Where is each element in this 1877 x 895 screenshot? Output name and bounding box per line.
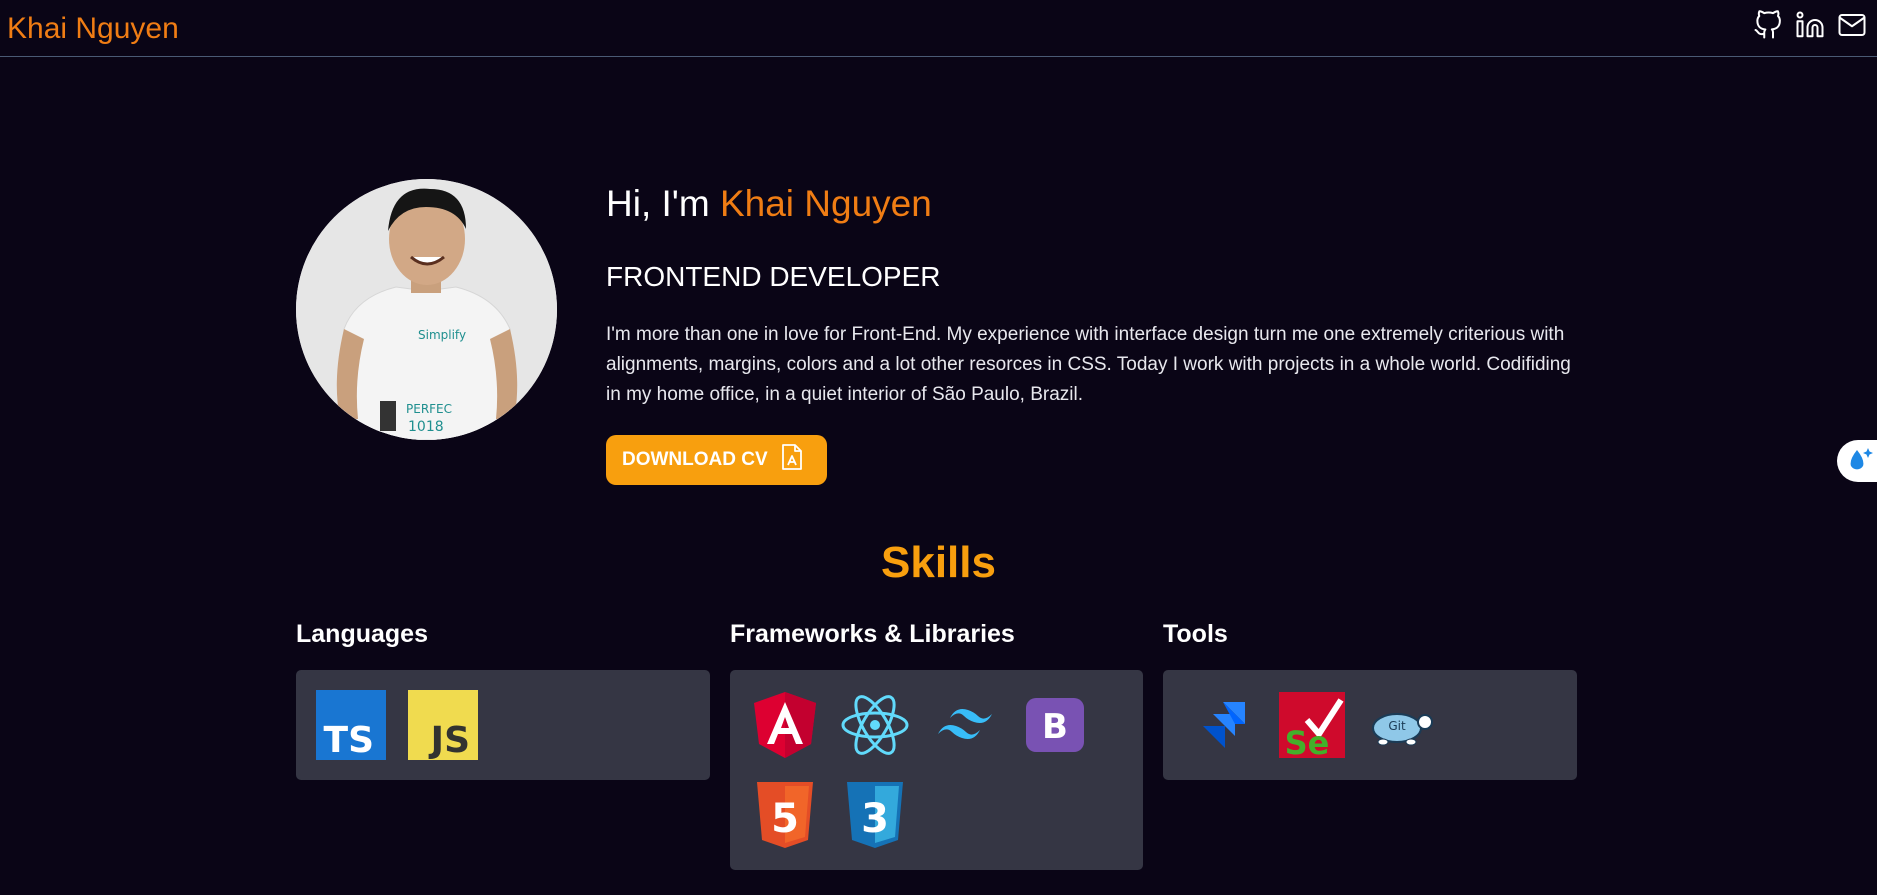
css3-label: 3 (861, 796, 889, 842)
selenium-icon: Se (1277, 690, 1347, 760)
languages-card: TS JS (296, 670, 710, 780)
job-title: FRONTEND DEVELOPER (606, 261, 941, 292)
selenium-label: Se (1285, 724, 1330, 760)
bootstrap-label: B (1042, 707, 1068, 747)
linkedin-icon[interactable] (1795, 10, 1825, 40)
tailwind-icon (930, 690, 1000, 760)
jira-icon (1187, 690, 1257, 760)
tools-card: Se Git (1163, 670, 1577, 780)
languages-heading: Languages (296, 620, 428, 648)
github-icon[interactable] (1753, 10, 1783, 40)
skills-heading: Skills (881, 538, 996, 587)
download-cv-label: DOWNLOAD CV (622, 449, 768, 470)
frameworks-heading: Frameworks & Libraries (730, 620, 1015, 648)
hero-name: Khai Nguyen (719, 183, 932, 224)
typescript-icon: TS (316, 690, 386, 760)
svg-text:Simplify: Simplify (418, 328, 466, 342)
tools-heading: Tools (1163, 620, 1228, 648)
top-nav: Khai Nguyen (0, 0, 1877, 57)
download-cv-button[interactable]: DOWNLOAD CV (606, 435, 827, 485)
typescript-label: TS (324, 720, 374, 760)
profile-photo: Simplify PERFEC 1018 (296, 179, 557, 440)
angular-icon (750, 690, 820, 760)
social-links (1753, 10, 1867, 40)
droplet-sparkle-icon (1845, 444, 1875, 479)
floating-assistant-tab[interactable] (1837, 440, 1877, 482)
greeting-text: Hi, I'm (606, 183, 710, 224)
javascript-icon: JS (408, 690, 478, 760)
document-icon (780, 444, 804, 476)
css3-icon: 3 (840, 780, 910, 850)
mail-icon[interactable] (1837, 10, 1867, 40)
html5-icon: 5 (750, 780, 820, 850)
svg-text:PERFEC: PERFEC (406, 402, 452, 416)
bootstrap-icon: B (1020, 690, 1090, 760)
tortoisegit-icon: Git (1367, 690, 1437, 760)
tortoisegit-label: Git (1388, 719, 1406, 733)
bio-text: I'm more than one in love for Front-End.… (606, 324, 1571, 405)
react-icon (840, 690, 910, 760)
greeting-heading: Hi, I'm Khai Nguyen (606, 182, 932, 226)
javascript-label: JS (428, 720, 470, 760)
brand-name[interactable]: Khai Nguyen (7, 10, 179, 48)
html5-label: 5 (771, 796, 799, 842)
svg-text:1018: 1018 (408, 419, 444, 435)
frameworks-card: B 5 3 (730, 670, 1143, 870)
